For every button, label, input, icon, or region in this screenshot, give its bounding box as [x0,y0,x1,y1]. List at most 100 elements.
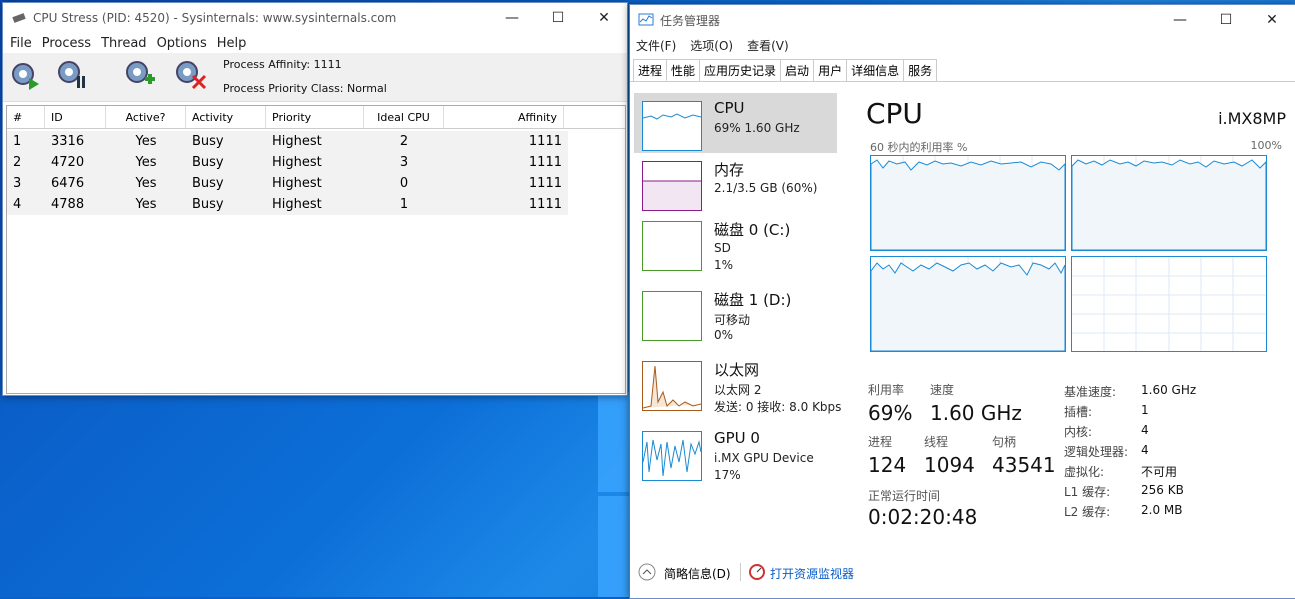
thread-settings-icon[interactable] [55,58,89,92]
window-title: CPU Stress (PID: 4520) - Sysinternals: w… [33,11,397,25]
menu-options[interactable]: Options [157,36,207,51]
cpu-model: i.MX8MP [1218,109,1286,128]
speed-value: 1.60 GHz [930,401,1022,425]
l2-cache-label: L2 缓存: [1064,505,1111,519]
menu-thread[interactable]: Thread [101,36,146,51]
sidebar-item-percent: 17% [714,468,741,482]
tab-users[interactable]: 用户 [813,59,848,81]
disk-thumbnail-graph [642,221,702,271]
cell-id: 3316 [51,134,85,149]
menu-file[interactable]: 文件(F) [636,37,676,54]
page-title: CPU [866,97,923,130]
tab-services[interactable]: 服务 [903,59,938,81]
col-priority[interactable]: Priority [266,106,364,128]
cell-number: 3 [13,176,22,191]
col-affinity[interactable]: Affinity [444,106,564,128]
close-button[interactable]: ✕ [1249,5,1295,35]
col-ideal-cpu[interactable]: Ideal CPU [364,106,444,128]
utilization-value: 69% [868,401,913,425]
cell-priority: Highest [272,176,322,191]
menu-view[interactable]: 查看(V) [747,37,789,54]
toolbar: Process Affinity: 1111 Process Priority … [3,53,627,102]
tab-startup[interactable]: 启动 [780,59,815,81]
sidebar-item-label: 磁盘 1 (D:) [714,291,792,309]
cell-priority: Highest [272,155,322,170]
menu-help[interactable]: Help [217,36,247,51]
maximize-button[interactable]: ☐ [535,3,581,33]
performance-sidebar: CPU 69% 1.60 GHz 内存 2.1/3.5 GB (60%) 磁盘 … [630,89,841,559]
maximize-button[interactable]: ☐ [1203,5,1249,35]
title-bar[interactable]: 任务管理器 — ☐ ✕ [630,5,1295,35]
cell-activity: Busy [192,197,224,212]
cores-label: 内核: [1064,425,1093,439]
open-resource-monitor-link[interactable]: 打开资源监视器 [770,565,854,582]
sidebar-item-ethernet[interactable]: 以太网 以太网 2 发送: 0 接收: 8.0 Kbps [634,353,841,414]
l2-cache-value: 2.0 MB [1141,503,1183,517]
table-row[interactable]: 3 6476 Yes Busy Highest 0 1111 [7,173,568,194]
thread-list-header: # ID Active? Activity Priority Ideal CPU… [7,106,625,129]
tab-app-history[interactable]: 应用历史记录 [699,59,782,81]
table-row[interactable]: 2 4720 Yes Busy Highest 3 1111 [7,152,568,173]
table-row[interactable]: 4 4788 Yes Busy Highest 1 1111 [7,194,568,215]
sidebar-item-percent: 1% [714,258,734,272]
processes-value: 124 [868,453,907,477]
cpu-core-graph-0 [870,155,1066,251]
menu-process[interactable]: Process [42,36,91,51]
tab-processes[interactable]: 进程 [633,59,668,81]
cell-ideal-cpu: 2 [399,134,409,149]
sidebar-item-disk-1[interactable]: 磁盘 1 (D:) 可移动 0% [634,283,837,343]
cell-activity: Busy [192,134,224,149]
cpu-stress-window: CPU Stress (PID: 4520) - Sysinternals: w… [2,2,628,396]
process-priority-class: Process Priority Class: Normal [223,82,387,95]
cell-affinity: 1111 [528,176,562,191]
col-number[interactable]: # [7,106,45,128]
sidebar-item-disk-0[interactable]: 磁盘 0 (C:) SD 1% [634,213,837,273]
fewer-details-button[interactable]: 简略信息(D) [664,565,731,582]
menu-options[interactable]: 选项(O) [690,37,733,54]
ethernet-thumbnail-graph [642,361,702,411]
start-threads-icon[interactable] [7,58,41,92]
cell-affinity: 1111 [528,134,562,149]
sidebar-item-gpu[interactable]: GPU 0 i.MX GPU Device 17% [634,423,837,483]
threads-label: 线程 [924,435,949,449]
menu-file[interactable]: File [10,36,32,51]
cell-ideal-cpu: 0 [399,176,409,191]
tab-details[interactable]: 详细信息 [846,59,905,81]
memory-thumbnail-graph [642,161,702,211]
col-active[interactable]: Active? [106,106,186,128]
table-row[interactable]: 1 3316 Yes Busy Highest 2 1111 [7,131,568,152]
chip-icon [12,13,26,23]
resource-monitor-icon[interactable] [748,563,766,581]
cell-activity: Busy [192,155,224,170]
handles-value: 43541 [992,453,1056,477]
tab-performance[interactable]: 性能 [666,59,701,81]
threads-value: 1094 [924,453,975,477]
process-affinity: Process Affinity: 1111 [223,58,342,71]
menu-bar: 文件(F) 选项(O) 查看(V) [630,35,1295,55]
sidebar-item-value: 2.1/3.5 GB (60%) [714,181,818,195]
col-id[interactable]: ID [45,106,106,128]
add-thread-icon[interactable] [123,58,157,92]
minimize-button[interactable]: — [1157,5,1203,35]
title-bar[interactable]: CPU Stress (PID: 4520) - Sysinternals: w… [3,3,627,33]
sockets-label: 插槽: [1064,405,1093,419]
sidebar-item-cpu[interactable]: CPU 69% 1.60 GHz [634,93,837,153]
processes-label: 进程 [868,435,893,449]
close-button[interactable]: ✕ [581,3,627,33]
virtualization-value: 不可用 [1141,465,1178,479]
window-title: 任务管理器 [660,13,721,28]
sidebar-item-value: SD [714,241,731,255]
cell-id: 6476 [51,176,85,191]
graph-max-label: 100% [1250,139,1282,152]
menu-bar: File Process Thread Options Help [3,33,627,53]
thread-list[interactable]: # ID Active? Activity Priority Ideal CPU… [6,105,626,394]
col-activity[interactable]: Activity [186,106,266,128]
cell-id: 4788 [51,197,85,212]
remove-thread-icon[interactable] [173,58,207,92]
sidebar-item-memory[interactable]: 内存 2.1/3.5 GB (60%) [634,153,837,213]
sidebar-item-value: 以太网 2 [714,383,762,397]
footer-divider [740,563,741,581]
uptime-value: 0:02:20:48 [868,505,978,529]
chevron-up-icon[interactable] [638,563,656,581]
minimize-button[interactable]: — [489,3,535,33]
